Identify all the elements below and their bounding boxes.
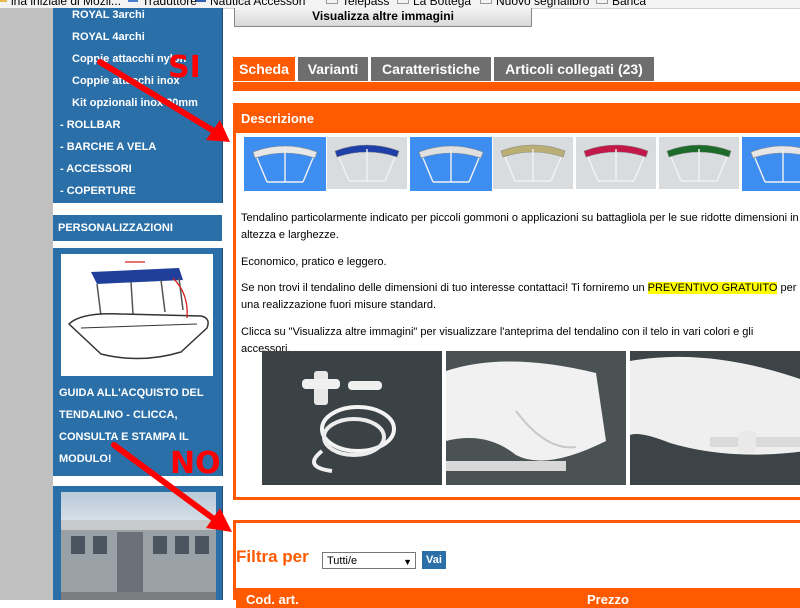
color-thumbnail[interactable] [659, 137, 739, 189]
bookmark-label: Nautica Accessori [210, 0, 306, 8]
filter-selected-value: Tutti/e [327, 555, 358, 567]
boat-diagram-image [61, 254, 213, 376]
menu-item-coperture[interactable]: - COPERTURE [60, 185, 136, 197]
product-content: Visualizza altre immagini Scheda Variant… [224, 8, 800, 608]
menu-item-coppie-inox[interactable]: Coppie attacchi inox [72, 75, 180, 87]
go-button[interactable]: Vai [422, 551, 446, 569]
personalization-label: PERSONALIZZAZIONI [58, 222, 173, 234]
description-paragraph-1: Tendalino particolarmente indicato per p… [241, 212, 799, 241]
free-quote-highlight: PREVENTIVO GRATUITO [647, 282, 778, 294]
product-image-cover[interactable] [446, 351, 626, 485]
bookmark-label: Nuovo segnalibro [496, 0, 590, 8]
chevron-down-icon: ▼ [403, 557, 412, 567]
bookmark-item[interactable]: Traduttore [128, 0, 197, 8]
product-image-cover-detail[interactable] [630, 351, 800, 485]
more-images-button[interactable]: Visualizza altre immagini [234, 8, 532, 27]
bookmark-item[interactable]: La Bottega [397, 0, 471, 8]
page-icon [0, 0, 7, 2]
company-photo-panel [53, 486, 223, 600]
filter-label: Filtra per [236, 547, 309, 566]
tab-caratteristiche[interactable]: Caratteristiche [371, 57, 491, 81]
building-photo [61, 492, 216, 600]
page-icon [196, 0, 206, 2]
purchase-guide-banner[interactable]: GUIDA ALL'ACQUISTO DEL TENDALINO - CLICC… [53, 248, 223, 476]
bookmark-label: Banca [612, 0, 647, 8]
results-table-header: Cod. art. Prezzo [236, 588, 800, 608]
tab-underline [233, 82, 800, 91]
annotation-no-label: NO [170, 446, 221, 481]
description-header: Descrizione [236, 106, 800, 133]
page-icon [596, 0, 608, 4]
color-thumbnail[interactable] [493, 137, 573, 189]
product-image-rope[interactable] [262, 351, 442, 485]
menu-item-royal-3archi[interactable]: ROYAL 3archi [72, 9, 145, 21]
menu-item-kit-opzionali[interactable]: Kit opzionali inox 20mm [72, 97, 198, 109]
color-thumbnail[interactable] [576, 137, 656, 189]
page-icon [480, 0, 492, 4]
color-thumbnail[interactable] [742, 137, 800, 191]
filter-panel: Filtra per Tutti/e ▼ Vai Cod. art. Prezz… [233, 520, 800, 608]
description-paragraph-2: Economico, pratico e leggero. [241, 256, 387, 268]
filter-select[interactable]: Tutti/e ▼ [322, 552, 416, 569]
paragraph-text: Se non trovi il tendalino delle dimensio… [241, 282, 648, 294]
menu-item-accessori[interactable]: - ACCESSORI [60, 163, 132, 175]
bookmark-label: Traduttore [142, 0, 197, 8]
bookmark-item[interactable]: Nautica Accessori [196, 0, 305, 8]
bookmark-item[interactable]: ina iniziale di Mozil... [0, 0, 121, 8]
description-paragraph-3: Se non trovi il tendalino delle dimensio… [241, 280, 800, 314]
personalization-link[interactable]: PERSONALIZZAZIONI [53, 215, 222, 241]
menu-item-royal-4archi[interactable]: ROYAL 4archi [72, 31, 145, 43]
description-panel: Descrizione Tendalino particolarmente in… [233, 103, 800, 500]
bookmark-label: Telepass [342, 0, 390, 8]
bookmark-item[interactable]: Nuovo segnalibro [480, 0, 589, 8]
page-icon [397, 0, 409, 4]
page-margin [0, 8, 53, 600]
tab-articoli-collegati[interactable]: Articoli collegati (23) [494, 57, 654, 81]
tab-varianti[interactable]: Varianti [298, 57, 368, 81]
bookmark-item[interactable]: Banca [596, 0, 646, 8]
tab-scheda[interactable]: Scheda [233, 57, 295, 81]
category-menu: ROYAL 3archi ROYAL 4archi Coppie attacch… [53, 8, 223, 203]
annotation-yes-label: SI [168, 50, 201, 85]
page-icon [128, 0, 138, 2]
color-thumbnail[interactable] [327, 137, 407, 189]
description-title: Descrizione [241, 111, 314, 126]
menu-item-rollbar[interactable]: - ROLLBAR [60, 119, 121, 131]
sidebar: ROYAL 3archi ROYAL 4archi Coppie attacch… [53, 8, 223, 600]
menu-item-barche-a-vela[interactable]: - BARCHE A VELA [60, 141, 156, 153]
bookmark-item[interactable]: Telepass [326, 0, 389, 8]
color-thumbnail[interactable] [244, 137, 326, 191]
bookmark-label: La Bottega [413, 0, 472, 8]
page-icon [326, 0, 338, 4]
color-thumbnail[interactable] [410, 137, 492, 191]
bookmark-label: ina iniziale di Mozil... [11, 0, 122, 8]
